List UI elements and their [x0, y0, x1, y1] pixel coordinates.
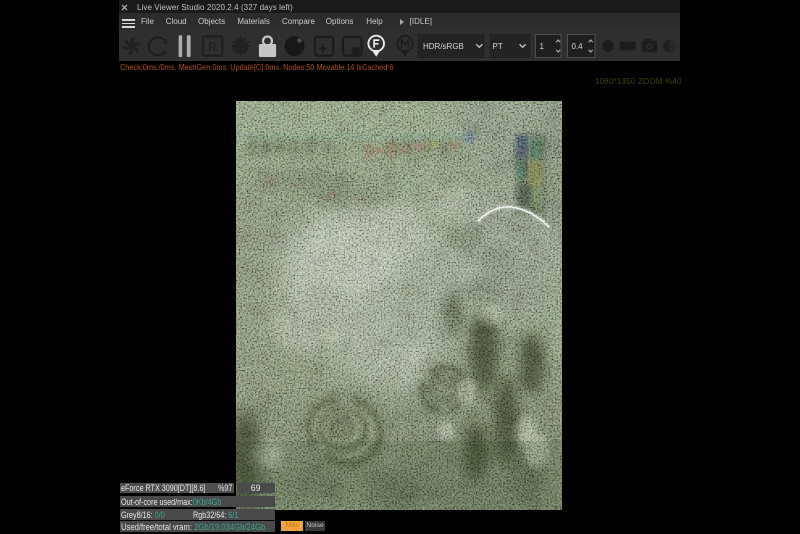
svg-text:PT: PT [493, 42, 503, 51]
svg-text:R: R [208, 40, 217, 54]
svg-text:1: 1 [540, 42, 545, 51]
svg-text:HDR/sRGB: HDR/sRGB [423, 42, 464, 51]
svg-text:0.4: 0.4 [572, 42, 584, 51]
